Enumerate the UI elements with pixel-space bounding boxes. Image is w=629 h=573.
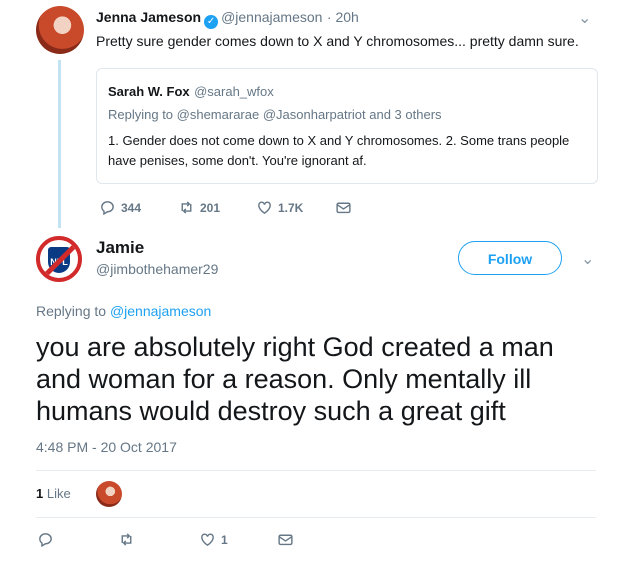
quote-author-handle: @sarah_wfox [194,84,274,99]
verified-icon: ✓ [204,15,219,29]
heart-icon [201,533,214,547]
reply-action[interactable]: 344 [99,199,141,216]
retweet-action-main[interactable] [118,531,135,548]
like-action-main[interactable]: 1 [199,531,228,548]
author-avatar[interactable] [36,6,84,54]
retweet-icon [121,533,132,546]
divider [36,517,596,518]
quote-header: Sarah W. Fox @sarah_wfox [108,83,274,101]
retweet-icon [181,201,192,214]
tweet-time[interactable]: · 20h [327,9,359,25]
chevron-down-icon[interactable]: ⌄ [578,8,591,28]
replying-to: Replying to @jennajameson [36,303,211,319]
reply-icon [101,201,114,216]
main-author-handle[interactable]: @jimbothehamer29 [96,261,218,277]
quote-author-name: Sarah W. Fox [108,84,190,99]
likes-total: 1 [36,486,44,501]
tweet-text: Pretty sure gender comes down to X and Y… [96,33,579,49]
main-tweet-text: you are absolutely right God created a m… [36,332,554,426]
divider [36,470,596,471]
reply-action-main[interactable] [37,531,54,548]
reply-count: 344 [121,200,142,215]
mail-icon [278,534,293,546]
author-name[interactable]: Jenna Jameson [96,9,201,25]
quote-text: 1. Gender does not come down to X and Y … [108,133,570,168]
heart-icon [258,201,271,215]
like-count-main: 1 [221,532,228,547]
replying-to-prefix: Replying to [36,303,110,319]
reply-icon [39,533,52,548]
liker-avatar[interactable] [96,481,122,507]
retweet-action[interactable]: 201 [178,199,220,216]
tweet-header: Jenna Jameson ✓ @jennajameson · 20h [96,9,359,29]
mail-icon [336,202,351,214]
dm-action-main[interactable] [277,531,294,548]
like-action[interactable]: 1.7K [256,199,303,216]
likes-label: Like [46,486,71,501]
main-author-name[interactable]: Jamie [96,238,144,258]
follow-button[interactable]: Follow [458,241,562,275]
dm-action[interactable] [335,199,352,216]
author-handle[interactable]: @jennajameson [221,9,322,25]
author-avatar-main[interactable]: NFL [36,236,82,282]
like-count: 1.7K [278,200,304,215]
chevron-down-icon[interactable]: ⌄ [581,249,594,269]
thread-line [58,60,61,228]
retweet-count: 201 [200,200,221,215]
tweet-timestamp[interactable]: 4:48 PM - 20 Oct 2017 [36,439,177,455]
quote-replying-to: Replying to @shemararae @Jasonharpatriot… [108,107,442,122]
replying-to-handle-link[interactable]: @jennajameson [110,303,211,319]
likes-summary[interactable]: 1 Like [36,486,71,501]
